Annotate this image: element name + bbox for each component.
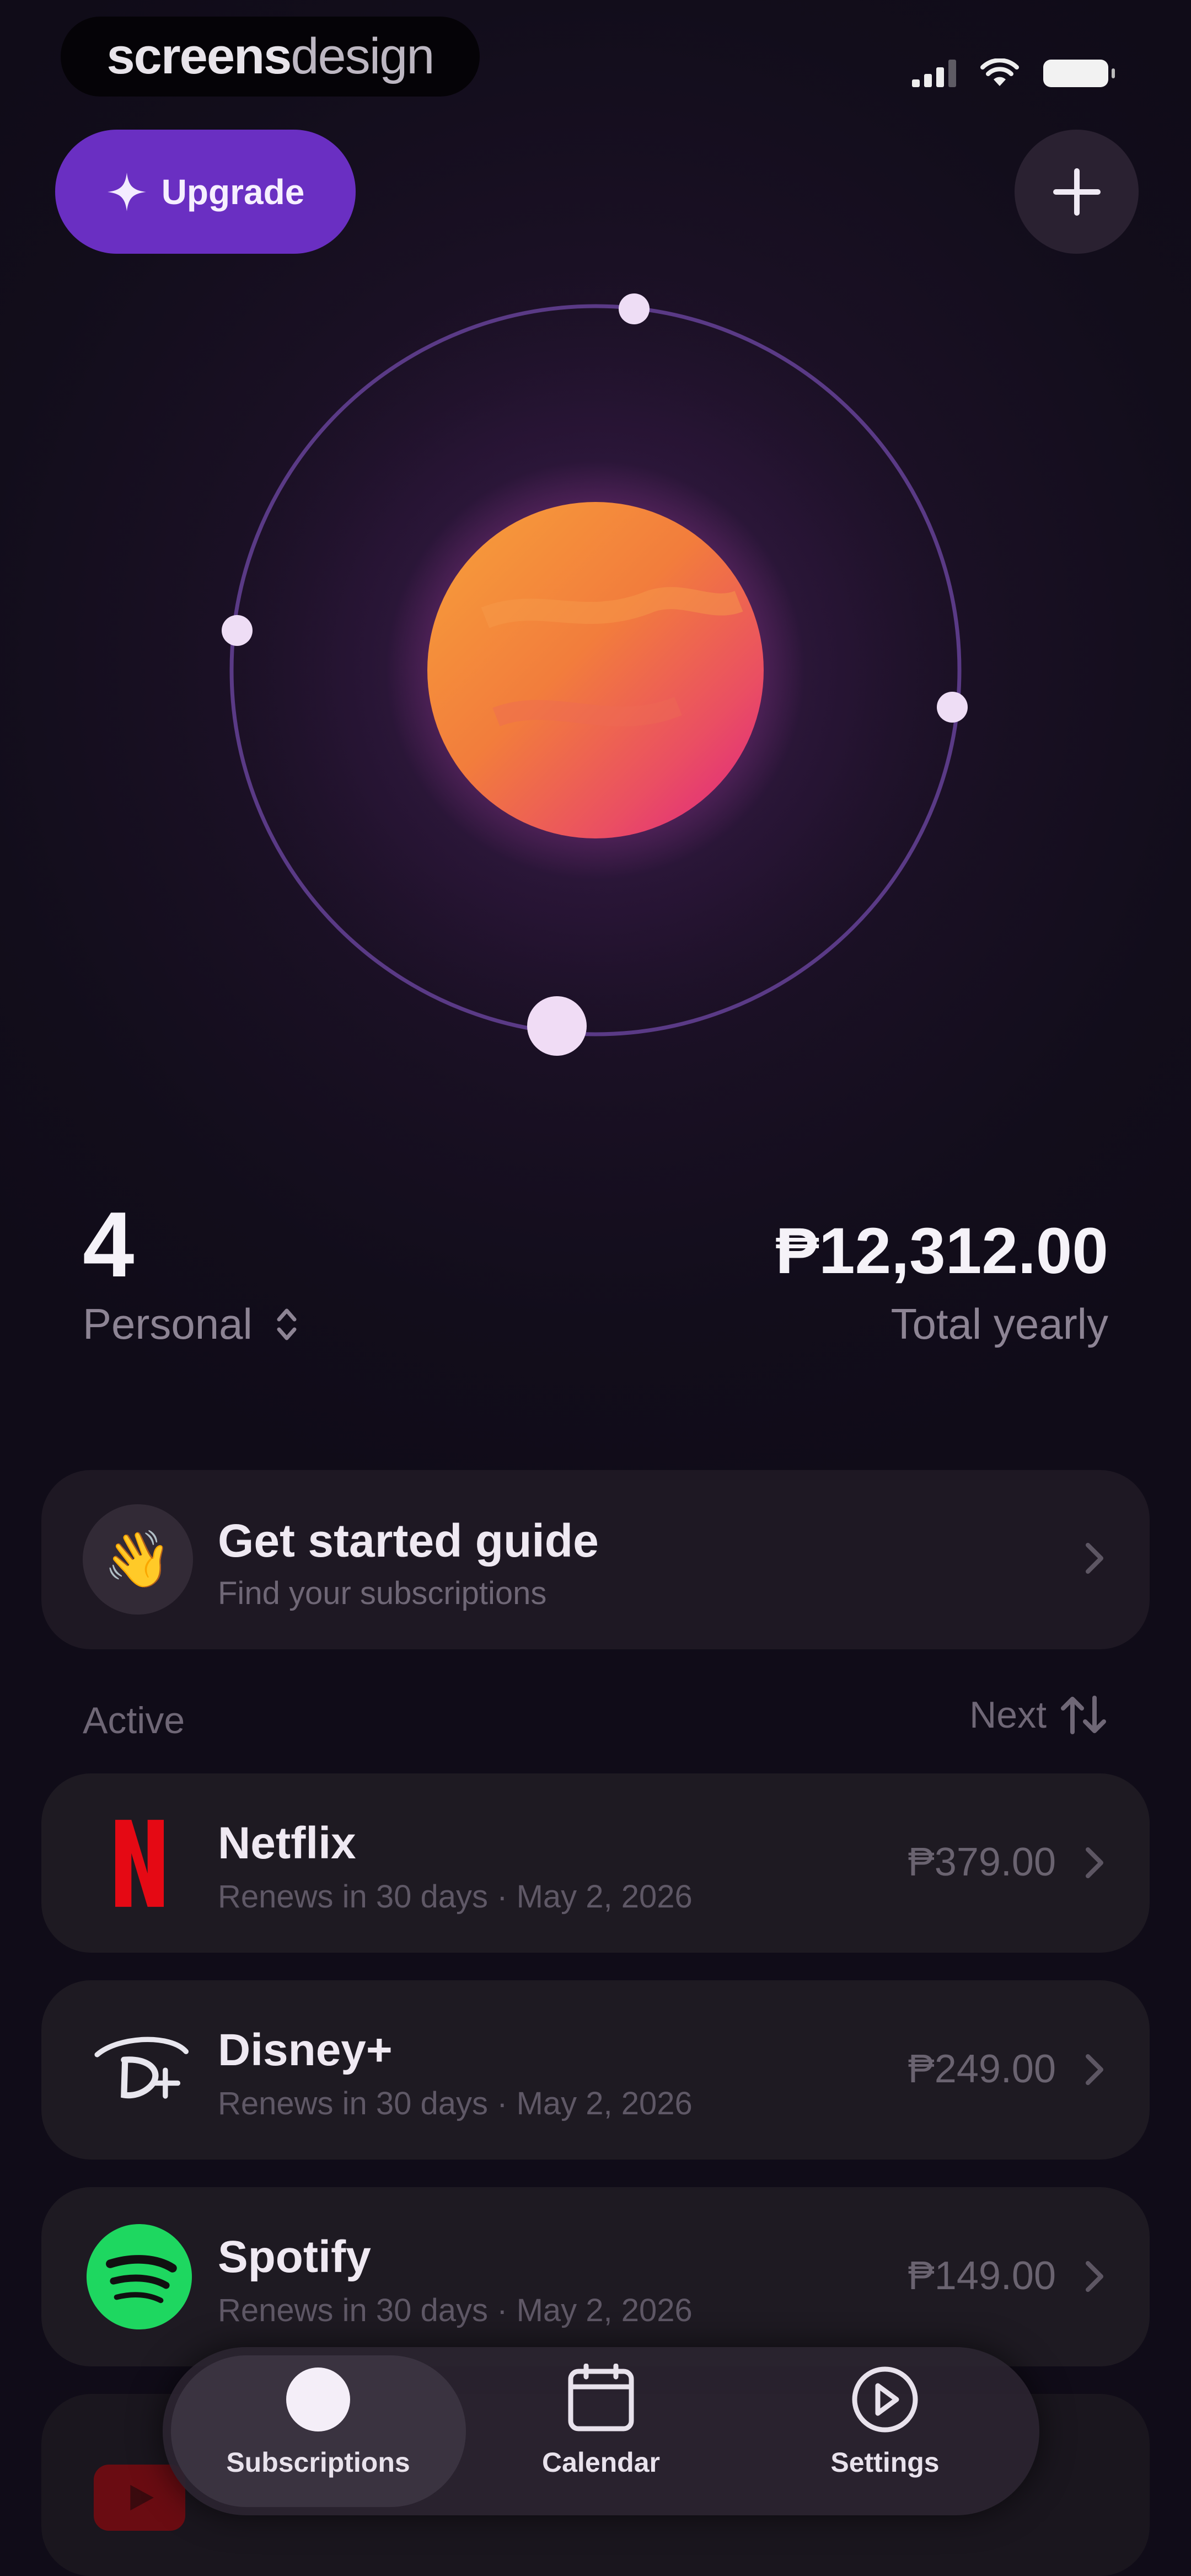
chevron-up-down-icon	[277, 1308, 297, 1340]
chevron-right-icon	[1086, 2054, 1103, 2085]
tab-label: Subscriptions	[226, 2447, 410, 2478]
chevron-right-icon	[1086, 2261, 1103, 2292]
upgrade-button[interactable]: Upgrade	[55, 130, 356, 254]
subscription-row-netflix[interactable]: Netflix Renews in 30 days · May 2, 2026 …	[41, 1773, 1150, 1953]
orbit-dot	[222, 615, 253, 646]
settings-icon	[852, 2366, 918, 2433]
sort-arrows-icon	[1061, 1696, 1106, 1734]
subscription-name: Disney+	[218, 2025, 393, 2075]
calendar-icon	[568, 2364, 634, 2431]
subscription-count: 4	[83, 1193, 135, 1296]
subscription-price: ₱379.00	[908, 1840, 1056, 1884]
subscription-row-spotify[interactable]: Spotify Renews in 30 days · May 2, 2026 …	[41, 2187, 1150, 2366]
subscription-name: Netflix	[218, 1818, 356, 1868]
spotify-logo-icon	[85, 2223, 193, 2331]
get-started-guide-card[interactable]: 👋 Get started guide Find your subscripti…	[41, 1470, 1150, 1649]
tab-subscriptions[interactable]: Subscriptions	[180, 2364, 456, 2502]
total-yearly-amount: ₱12,312.00	[775, 1215, 1108, 1287]
add-subscription-button[interactable]	[1015, 130, 1139, 254]
tab-settings[interactable]: Settings	[747, 2364, 1023, 2502]
chevron-right-icon	[1086, 1543, 1103, 1574]
subscription-renewal: Renews in 30 days · May 2, 2026	[218, 1879, 693, 1915]
profile-label: Personal	[83, 1300, 253, 1348]
active-section-label: Active	[83, 1699, 185, 1741]
planet-icon	[427, 502, 764, 838]
planet-icon	[286, 2367, 350, 2431]
tab-calendar[interactable]: Calendar	[463, 2364, 739, 2502]
cellular-signal-icon	[912, 60, 956, 87]
waving-hand-icon: 👋	[83, 1504, 193, 1615]
total-yearly-label: Total yearly	[890, 1300, 1109, 1348]
disney-plus-logo-icon	[85, 2016, 193, 2124]
netflix-logo-icon	[85, 1809, 193, 1917]
screensdesign-watermark: screens design	[61, 17, 480, 97]
subscription-name: Spotify	[218, 2232, 371, 2282]
subscription-renewal: Renews in 30 days · May 2, 2026	[218, 2292, 693, 2328]
sort-label: Next	[969, 1694, 1047, 1736]
subscription-price: ₱149.00	[908, 2254, 1056, 2298]
orbit-dot	[619, 293, 650, 324]
orbit-dot	[937, 692, 968, 723]
subscriptions-orbit-visual	[176, 265, 1015, 1089]
guide-title: Get started guide	[218, 1515, 599, 1567]
subscription-renewal: Renews in 30 days · May 2, 2026	[218, 2086, 693, 2121]
wifi-icon	[980, 58, 1019, 86]
chevron-right-icon	[1086, 1847, 1103, 1878]
plus-icon	[1053, 168, 1101, 216]
sort-button[interactable]: Next	[969, 1693, 1108, 1736]
upgrade-label: Upgrade	[161, 172, 305, 212]
tab-label: Calendar	[542, 2447, 660, 2478]
bottom-tab-bar: Subscriptions Calendar Settings	[163, 2347, 1039, 2515]
guide-subtitle: Find your subscriptions	[218, 1575, 547, 1611]
orbit-dot-large	[527, 996, 587, 1056]
battery-icon	[1043, 60, 1115, 87]
status-icons	[912, 49, 1115, 87]
sparkle-icon	[107, 172, 146, 211]
profile-selector[interactable]: Personal	[83, 1299, 299, 1349]
subscription-row-disney-plus[interactable]: Disney+ Renews in 30 days · May 2, 2026 …	[41, 1980, 1150, 2160]
subscription-price: ₱249.00	[908, 2047, 1056, 2091]
tab-label: Settings	[830, 2447, 940, 2478]
